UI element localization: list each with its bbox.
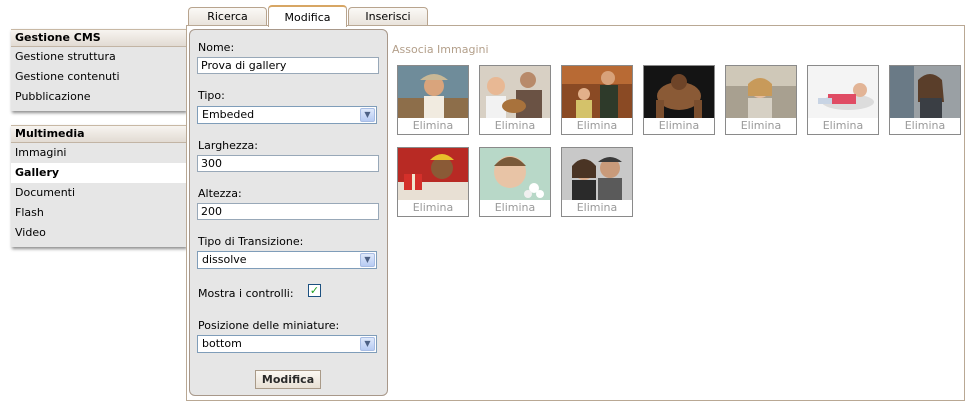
elimina-link[interactable]: Elimina (726, 118, 796, 134)
photo-athlete-pushup[interactable] (644, 66, 714, 118)
gallery-thumbnail: Elimina (643, 65, 715, 135)
controlli-label: Mostra i controlli: (198, 287, 294, 300)
sidebar-cms-header: Gestione CMS (11, 30, 186, 47)
sidebar-cms-panel: Gestione CMS Gestione struttura Gestione… (11, 29, 186, 111)
tab-modifica[interactable]: Modifica (268, 5, 347, 27)
chevron-down-icon[interactable]: ▼ (360, 337, 375, 351)
sidebar-item-gestione-contenuti[interactable]: Gestione contenuti (11, 67, 186, 87)
larghezza-input[interactable]: 300 (197, 155, 379, 172)
photo-girl-laughing[interactable] (726, 66, 796, 118)
transizione-select-value: dissolve (202, 253, 247, 266)
gallery-thumbnail: Elimina (479, 65, 551, 135)
sidebar-item-video[interactable]: Video (11, 223, 186, 243)
tab-ricerca[interactable]: Ricerca (188, 7, 267, 26)
elimina-link[interactable]: Elimina (398, 200, 468, 216)
elimina-link[interactable]: Elimina (480, 118, 550, 134)
posizione-label: Posizione delle miniature: (198, 319, 340, 332)
gallery-thumbnail: Elimina (889, 65, 961, 135)
elimina-link[interactable]: Elimina (398, 118, 468, 134)
tipo-select[interactable]: Embeded ▼ (197, 106, 377, 124)
sidebar-item-gestione-struttura[interactable]: Gestione struttura (11, 47, 186, 67)
sidebar-item-gallery[interactable]: Gallery (11, 163, 186, 183)
tipo-select-value: Embeded (202, 108, 255, 121)
posizione-select[interactable]: bottom ▼ (197, 335, 377, 353)
gallery-thumbnail: Elimina (807, 65, 879, 135)
photo-child-with-guitar[interactable] (480, 66, 550, 118)
photo-family-indoor[interactable] (562, 66, 632, 118)
gallery-form: Nome: Prova di gallery Tipo: Embeded ▼ L… (189, 29, 388, 396)
gallery-editor-page: Gestione CMS Gestione struttura Gestione… (0, 0, 970, 407)
sidebar-multimedia-panel: Multimedia Immagini Gallery Documenti Fl… (11, 125, 186, 247)
gallery-thumbnail: Elimina (397, 147, 469, 217)
gallery-thumbnail: Elimina (725, 65, 797, 135)
photo-woman-on-phone-office[interactable] (890, 66, 960, 118)
chevron-down-icon[interactable]: ▼ (360, 108, 375, 122)
gallery-thumbnail: Elimina (479, 147, 551, 217)
elimina-link[interactable]: Elimina (808, 118, 878, 134)
altezza-input[interactable]: 200 (197, 203, 379, 220)
altezza-label: Altezza: (198, 187, 242, 200)
larghezza-label: Larghezza: (198, 139, 258, 152)
sidebar-item-pubblicazione[interactable]: Pubblicazione (11, 87, 186, 107)
sidebar-item-documenti[interactable]: Documenti (11, 183, 186, 203)
tab-inserisci[interactable]: Inserisci (348, 7, 428, 26)
chevron-down-icon[interactable]: ▼ (360, 253, 375, 267)
sidebar-cms-footer (11, 107, 186, 111)
photo-child-face-bubbles[interactable] (480, 148, 550, 200)
sidebar-multimedia-header: Multimedia (11, 126, 186, 143)
checkmark-icon: ✓ (309, 284, 320, 297)
transizione-select[interactable]: dissolve ▼ (197, 251, 377, 269)
sidebar-item-immagini[interactable]: Immagini (11, 143, 186, 163)
tipo-label: Tipo: (198, 89, 225, 102)
elimina-link[interactable]: Elimina (890, 118, 960, 134)
elimina-link[interactable]: Elimina (480, 200, 550, 216)
photo-couple-portrait[interactable] (562, 148, 632, 200)
gallery-title: Associa Immagini (392, 43, 489, 56)
modifica-submit-button[interactable]: Modifica (255, 370, 321, 389)
nome-input[interactable]: Prova di gallery (197, 57, 379, 74)
gallery-thumbnail: Elimina (561, 65, 633, 135)
photo-man-with-christmas-gifts[interactable] (398, 148, 468, 200)
gallery-thumbnail: Elimina (397, 65, 469, 135)
photo-woman-on-phone-lying[interactable] (808, 66, 878, 118)
photo-woman-smiling-hat[interactable] (398, 66, 468, 118)
controlli-checkbox[interactable]: ✓ (308, 284, 321, 297)
elimina-link[interactable]: Elimina (644, 118, 714, 134)
sidebar-item-flash[interactable]: Flash (11, 203, 186, 223)
elimina-link[interactable]: Elimina (562, 118, 632, 134)
nome-label: Nome: (198, 41, 235, 54)
elimina-link[interactable]: Elimina (562, 200, 632, 216)
posizione-select-value: bottom (202, 337, 242, 350)
transizione-label: Tipo di Transizione: (198, 235, 304, 248)
gallery-thumbnail: Elimina (561, 147, 633, 217)
sidebar-multimedia-footer (11, 243, 186, 247)
